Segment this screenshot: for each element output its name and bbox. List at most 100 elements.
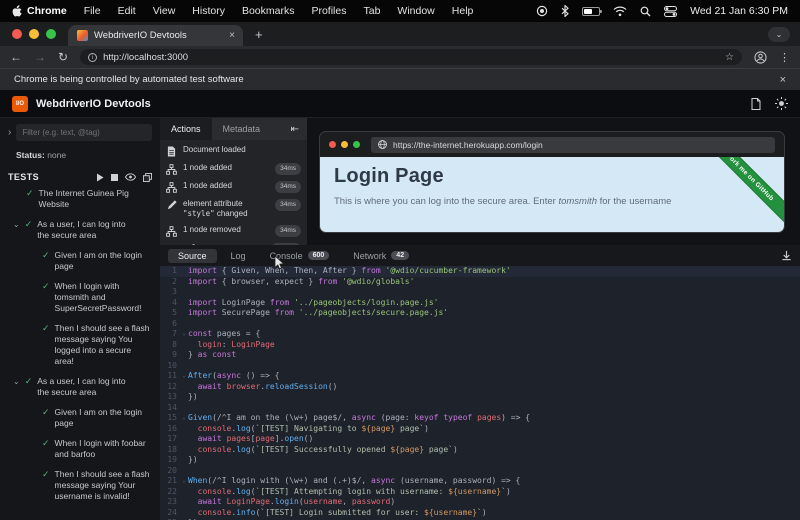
sidebar-collapse-icon[interactable]: ›	[8, 127, 11, 138]
new-tab-button[interactable]: +	[255, 27, 263, 42]
count-badge: 600	[308, 251, 330, 260]
menu-bookmarks[interactable]: Bookmarks	[242, 5, 295, 17]
collapse-panel-icon[interactable]: ⇤	[291, 124, 299, 135]
code-line: 3	[160, 287, 800, 298]
test-step[interactable]: ✓Given I am on the login page	[8, 407, 152, 429]
menu-window[interactable]: Window	[397, 5, 434, 17]
chevron-down-icon[interactable]: ⌄	[13, 219, 20, 241]
line-number: 6	[160, 319, 180, 330]
line-number: 2	[160, 277, 180, 288]
reload-icon[interactable]: ↻	[58, 51, 68, 63]
node-tree-icon	[166, 163, 177, 175]
site-info-icon[interactable]: i	[88, 53, 97, 62]
line-number: 11	[160, 371, 180, 382]
test-step[interactable]: ✓When I login with foobar and barfoo	[8, 438, 152, 460]
screen-record-icon[interactable]	[536, 5, 548, 17]
app-header: I/O WebdriverIO Devtools	[0, 90, 800, 118]
test-step[interactable]: ✓Then I should see a flash message sayin…	[8, 323, 152, 367]
bookmark-star-icon[interactable]: ☆	[725, 52, 734, 63]
control-center-icon[interactable]	[664, 6, 677, 17]
line-number: 12	[160, 382, 180, 393]
mouse-cursor	[274, 255, 286, 271]
chevron-down-icon[interactable]: ⌄	[13, 376, 20, 398]
browser-tab[interactable]: WebdriverIO Devtools ×	[68, 25, 243, 46]
test-step[interactable]: ✓Then I should see a flash message sayin…	[8, 469, 152, 502]
action-item[interactable]: element attribute "style" changed34ms	[164, 196, 303, 222]
test-scenario[interactable]: ⌄✓As a user, I can log into the secure a…	[8, 219, 152, 241]
tab-network[interactable]: Network42	[343, 249, 419, 263]
download-icon[interactable]	[781, 250, 792, 261]
zoom-window-button[interactable]	[46, 29, 56, 39]
code-line: 21⌄When(/^I login with (\w+) and (.+)$/,…	[160, 476, 800, 487]
bluetooth-icon[interactable]	[561, 5, 569, 17]
copy-icon[interactable]	[143, 173, 152, 182]
preview-close-dot	[329, 141, 336, 148]
action-item[interactable]: 1 node added34ms	[164, 160, 303, 178]
code-line: 19})	[160, 455, 800, 466]
tab-log[interactable]: Log	[221, 249, 256, 263]
code-line: 16 console.log(`[TEST] Navigating to ${p…	[160, 424, 800, 435]
check-icon: ✓	[25, 219, 33, 241]
test-step[interactable]: ✓Given I am on the login page	[8, 250, 152, 272]
test-tree: ✓The Internet Guinea Pig Website ⌄✓As a u…	[8, 188, 152, 502]
tab-search-button[interactable]: ⌄	[768, 27, 790, 42]
menu-edit[interactable]: Edit	[118, 5, 136, 17]
report-file-icon[interactable]	[751, 98, 761, 110]
test-suite[interactable]: ✓The Internet Guinea Pig Website	[8, 188, 152, 210]
code-line: 14	[160, 403, 800, 414]
action-item[interactable]: 1 node removed34ms	[164, 222, 303, 240]
code-line: 4import LoginPage from '../pageobjects/l…	[160, 298, 800, 309]
menu-tab[interactable]: Tab	[363, 5, 380, 17]
action-item[interactable]: Document loaded	[164, 142, 303, 160]
menu-bar-clock[interactable]: Wed 21 Jan 6:30 PM	[690, 5, 788, 17]
run-tests-icon[interactable]	[96, 173, 104, 182]
code-line: 6	[160, 319, 800, 330]
wifi-icon[interactable]	[613, 6, 627, 17]
infobar-close-icon[interactable]: ×	[780, 74, 786, 86]
fold-icon[interactable]: ⌄	[180, 371, 188, 382]
tab-source[interactable]: Source	[168, 249, 217, 263]
check-icon: ✓	[42, 250, 50, 272]
line-number: 16	[160, 424, 180, 435]
apple-icon[interactable]	[12, 5, 23, 18]
tab-actions[interactable]: Actions	[160, 118, 212, 140]
forward-icon[interactable]: →	[34, 51, 46, 63]
minimize-window-button[interactable]	[29, 29, 39, 39]
test-scenario[interactable]: ⌄✓As a user, I can log into the secure a…	[8, 376, 152, 398]
test-step[interactable]: ✓When I login with tomsmith and SuperSec…	[8, 281, 152, 314]
menu-profiles[interactable]: Profiles	[311, 5, 346, 17]
menu-file[interactable]: File	[84, 5, 101, 17]
fold-icon[interactable]: ⌄	[180, 329, 188, 340]
back-icon[interactable]: ←	[10, 51, 22, 63]
close-window-button[interactable]	[12, 29, 22, 39]
menu-help[interactable]: Help	[452, 5, 474, 17]
spotlight-search-icon[interactable]	[640, 6, 651, 17]
address-bar[interactable]: i http://localhost:3000 ☆	[80, 49, 742, 65]
menu-view[interactable]: View	[153, 5, 176, 17]
tab-console[interactable]: Console600	[260, 249, 340, 263]
line-number: 23	[160, 497, 180, 508]
app-title: WebdriverIO Devtools	[36, 98, 151, 110]
bottom-tab-bar: Source Log Console600Network42	[160, 245, 800, 266]
fold-icon[interactable]: ⌄	[180, 413, 188, 424]
action-label: element attribute "style" changed	[183, 199, 269, 219]
source-code-editor[interactable]: 1import { Given, When, Then, After } fro…	[160, 266, 800, 520]
profile-icon[interactable]	[754, 51, 767, 64]
chrome-menu-icon[interactable]: ⋮	[779, 51, 790, 64]
watch-eye-icon[interactable]	[125, 173, 136, 181]
theme-toggle-sun-icon[interactable]	[775, 97, 788, 110]
fold-icon[interactable]: ⌄	[180, 476, 188, 487]
tab-close-icon[interactable]: ×	[229, 30, 235, 41]
filter-input[interactable]	[16, 124, 152, 141]
stop-tests-icon[interactable]	[111, 174, 118, 181]
macos-menu-bar: Chrome File Edit View History Bookmarks Profil…	[0, 0, 800, 22]
tab-metadata[interactable]: Metadata	[212, 118, 272, 140]
code-line: 24 console.info(`[TEST] Login submitted …	[160, 508, 800, 519]
line-number: 21	[160, 476, 180, 487]
menu-chrome[interactable]: Chrome	[27, 5, 67, 17]
code-line: 8 login: LoginPage	[160, 340, 800, 351]
menu-history[interactable]: History	[192, 5, 225, 17]
action-item[interactable]: 1 node added34ms	[164, 178, 303, 196]
document-icon	[166, 145, 177, 157]
code-line: 2import { browser, expect } from '@wdio/…	[160, 277, 800, 288]
